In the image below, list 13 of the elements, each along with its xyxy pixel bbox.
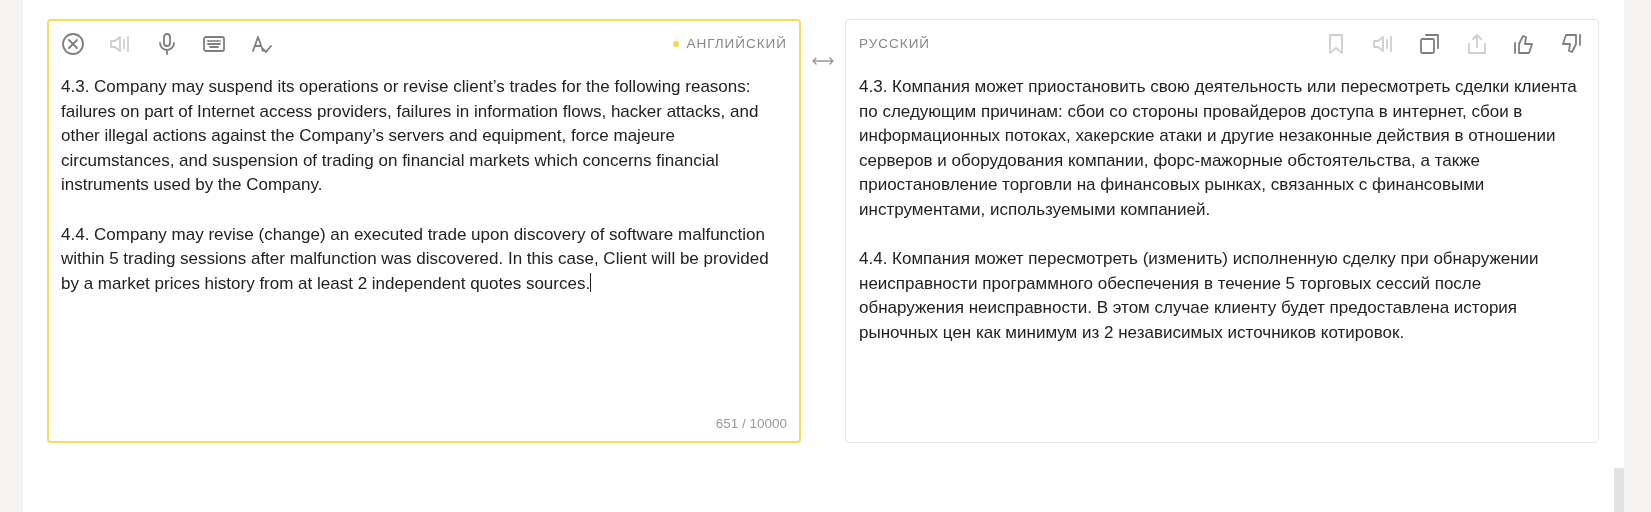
target-language[interactable]: РУССКИЙ bbox=[859, 36, 931, 51]
source-paragraph: 4.3. Company may suspend its operations or revise client’s trades for the following reasons: failures on part of Internet access providers, failures in information flows, hacker attacks, and other illegal actions against the Company’s servers and equipment, force majeure circumstances, and suspension of trading on financial markets which concerns financial instruments used by the Company. bbox=[61, 76, 760, 196]
source-language[interactable]: АНГЛИЙСКИЙ bbox=[686, 36, 787, 51]
swap-languages-icon[interactable] bbox=[811, 55, 835, 67]
copy-icon[interactable] bbox=[1418, 31, 1442, 56]
scrollbar-thumb[interactable] bbox=[1614, 468, 1624, 512]
active-dot-icon bbox=[673, 40, 680, 47]
clear-icon[interactable] bbox=[61, 31, 85, 56]
translation-paragraph: 4.4. Компания может пересмотреть (изменить) исполненную сделку при обнаружении неисправности программного обеспечения в течение 5 торговых сессий после обнаружения неисправности. В этом случае клиенту будет предоставлена история рыночных цен как минимум из 2 независимых источников котировок. bbox=[859, 248, 1540, 344]
character-counter: 651 / 10000 bbox=[715, 416, 787, 431]
source-paragraph: 4.4. Company may revise (change) an executed trade upon discovery of software malfunction within 5 trading sessions after malfunction was discovered. In this case, Client will be provided by a market prices history from at least 2 independent quotes sources. bbox=[61, 223, 770, 295]
thumbs-down-icon[interactable] bbox=[1559, 31, 1583, 56]
translation-paragraph: 4.3. Компания может приостановить свою деятельность или пересмотреть сделки клиента по следующим причинам: сбои со стороны провайдеров доступа в интернет, сбои в информационных потоках, хакерские атаки и другие незаконные действия в отношении серверов и оборудования компании, форс-мажорные обстоятельства, а также приостановление торговли на финансовых рынках, связанных с финансовыми инструментами, используемыми компанией. bbox=[859, 76, 1578, 221]
